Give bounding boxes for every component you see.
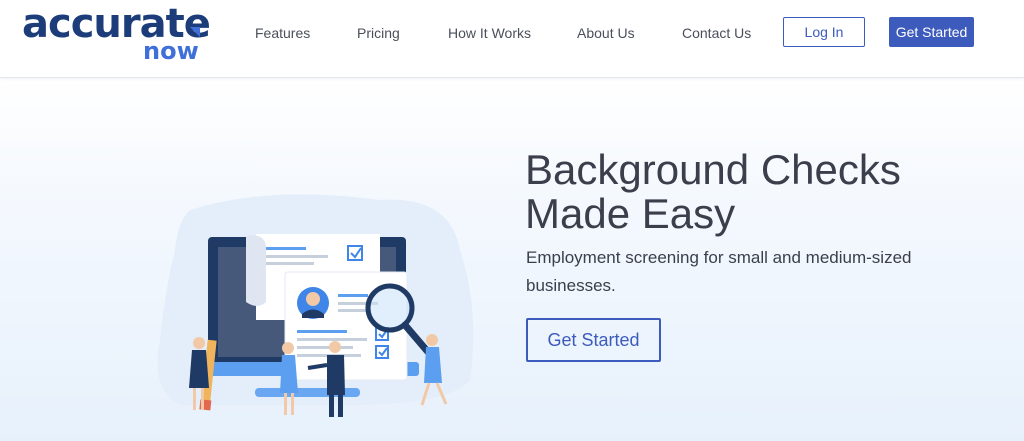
brand-sub: now xyxy=(143,37,199,65)
login-button[interactable]: Log In xyxy=(783,17,865,47)
nav-how-it-works[interactable]: How It Works xyxy=(448,24,531,42)
brand-logo[interactable]: accurate now xyxy=(22,2,212,72)
nav-features[interactable]: Features xyxy=(255,24,310,42)
hero-title: Background Checks Made Easy xyxy=(525,148,1005,236)
nav-pricing[interactable]: Pricing xyxy=(357,24,400,42)
hero-title-line2: Made Easy xyxy=(525,190,736,237)
hero-get-started-button[interactable]: Get Started xyxy=(526,318,661,362)
logo-triangle-icon xyxy=(190,27,200,37)
site-header: accurate now Features Pricing How It Wor… xyxy=(0,0,1024,78)
nav-contact-us[interactable]: Contact Us xyxy=(682,24,751,42)
nav-get-started-button[interactable]: Get Started xyxy=(889,17,974,47)
hero-title-line1: Background Checks xyxy=(525,146,901,193)
hero-illustration xyxy=(157,194,474,417)
hero-subtitle: Employment screening for small and mediu… xyxy=(526,248,912,295)
nav-about-us[interactable]: About Us xyxy=(577,24,635,42)
